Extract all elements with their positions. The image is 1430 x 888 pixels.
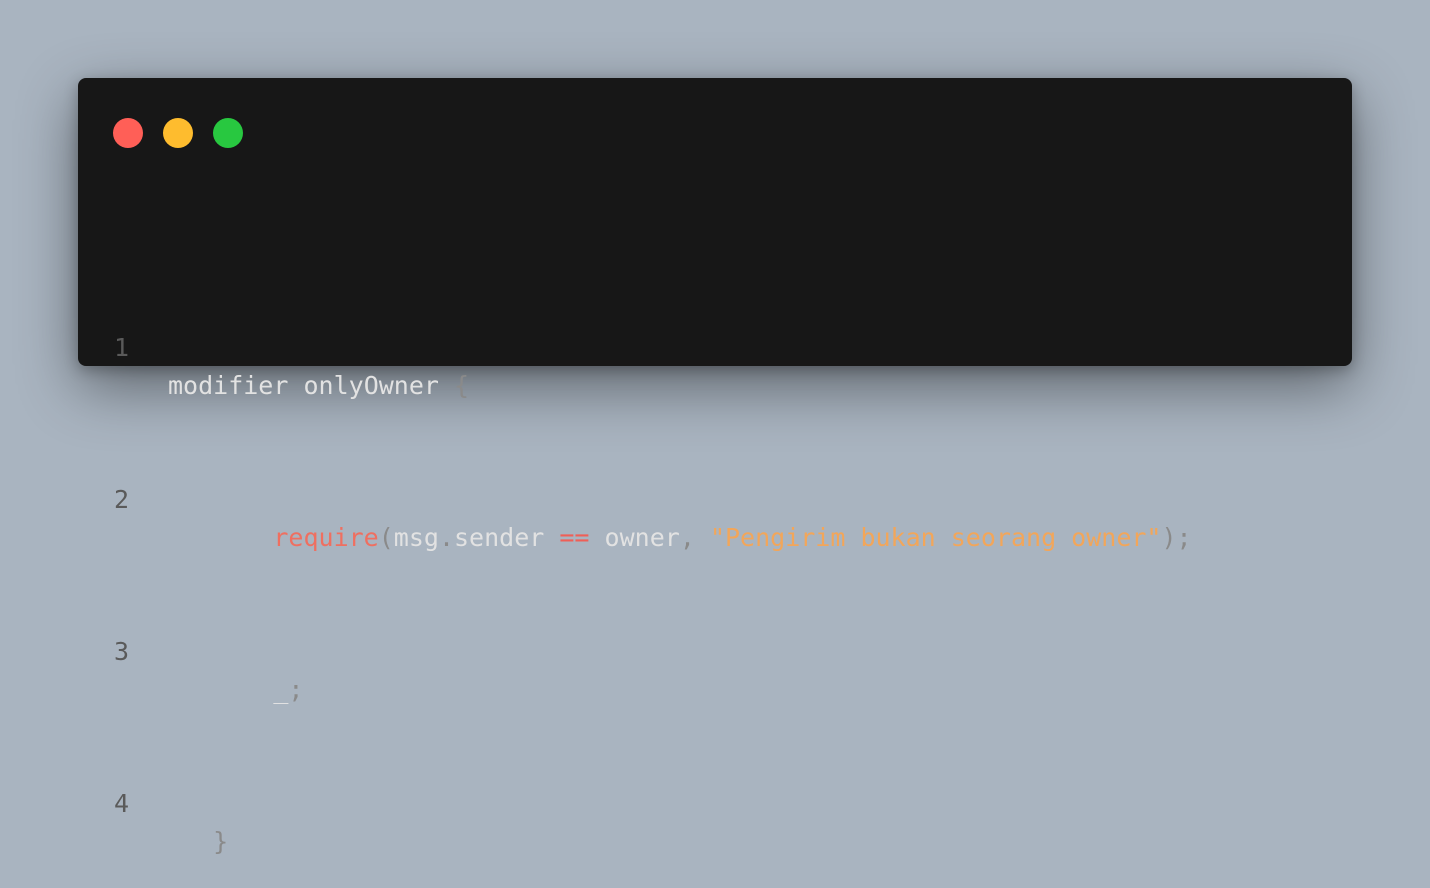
brace-token: { bbox=[454, 371, 470, 400]
brace-token: } bbox=[213, 827, 229, 856]
code-line: 2 require(msg.sender == owner, "Pengirim… bbox=[78, 443, 1192, 552]
line-content: require(msg.sender == owner, "Pengirim b… bbox=[168, 519, 1192, 557]
keyword-token: modifier bbox=[168, 371, 289, 400]
identifier-token: owner bbox=[604, 523, 680, 552]
identifier-token: sender bbox=[454, 523, 545, 552]
window-controls bbox=[113, 118, 243, 148]
dot-token: . bbox=[438, 523, 454, 552]
line-number: 1 bbox=[114, 333, 130, 362]
line-number: 2 bbox=[114, 485, 130, 514]
line-content: _; bbox=[168, 671, 303, 709]
line-content: modifier onlyOwner { bbox=[168, 367, 469, 405]
function-token: require bbox=[273, 523, 379, 552]
line-content: } bbox=[168, 823, 228, 861]
close-dot-icon[interactable] bbox=[113, 118, 143, 148]
code-block: 1 modifier onlyOwner { 2 require(msg.sen… bbox=[78, 177, 1192, 861]
identifier-token: msg bbox=[393, 523, 439, 552]
code-window: 1 modifier onlyOwner { 2 require(msg.sen… bbox=[78, 78, 1352, 856]
placeholder-token: _ bbox=[273, 675, 289, 704]
maximize-dot-icon[interactable] bbox=[213, 118, 243, 148]
comma-token: , bbox=[679, 523, 695, 552]
line-number: 3 bbox=[114, 637, 130, 666]
paren-token: ) bbox=[1161, 523, 1177, 552]
code-line: 4 } bbox=[78, 747, 228, 856]
identifier-token: onlyOwner bbox=[303, 371, 439, 400]
semicolon-token: ; bbox=[1176, 523, 1192, 552]
semicolon-token: ; bbox=[288, 675, 304, 704]
string-token: "Pengirim bukan seorang owner" bbox=[709, 523, 1162, 552]
minimize-dot-icon[interactable] bbox=[163, 118, 193, 148]
operator-token: == bbox=[559, 523, 590, 552]
code-line: 3 _; bbox=[78, 595, 303, 704]
code-line: 1 modifier onlyOwner { bbox=[78, 291, 469, 400]
paren-token: ( bbox=[378, 523, 394, 552]
line-number: 4 bbox=[114, 789, 130, 818]
